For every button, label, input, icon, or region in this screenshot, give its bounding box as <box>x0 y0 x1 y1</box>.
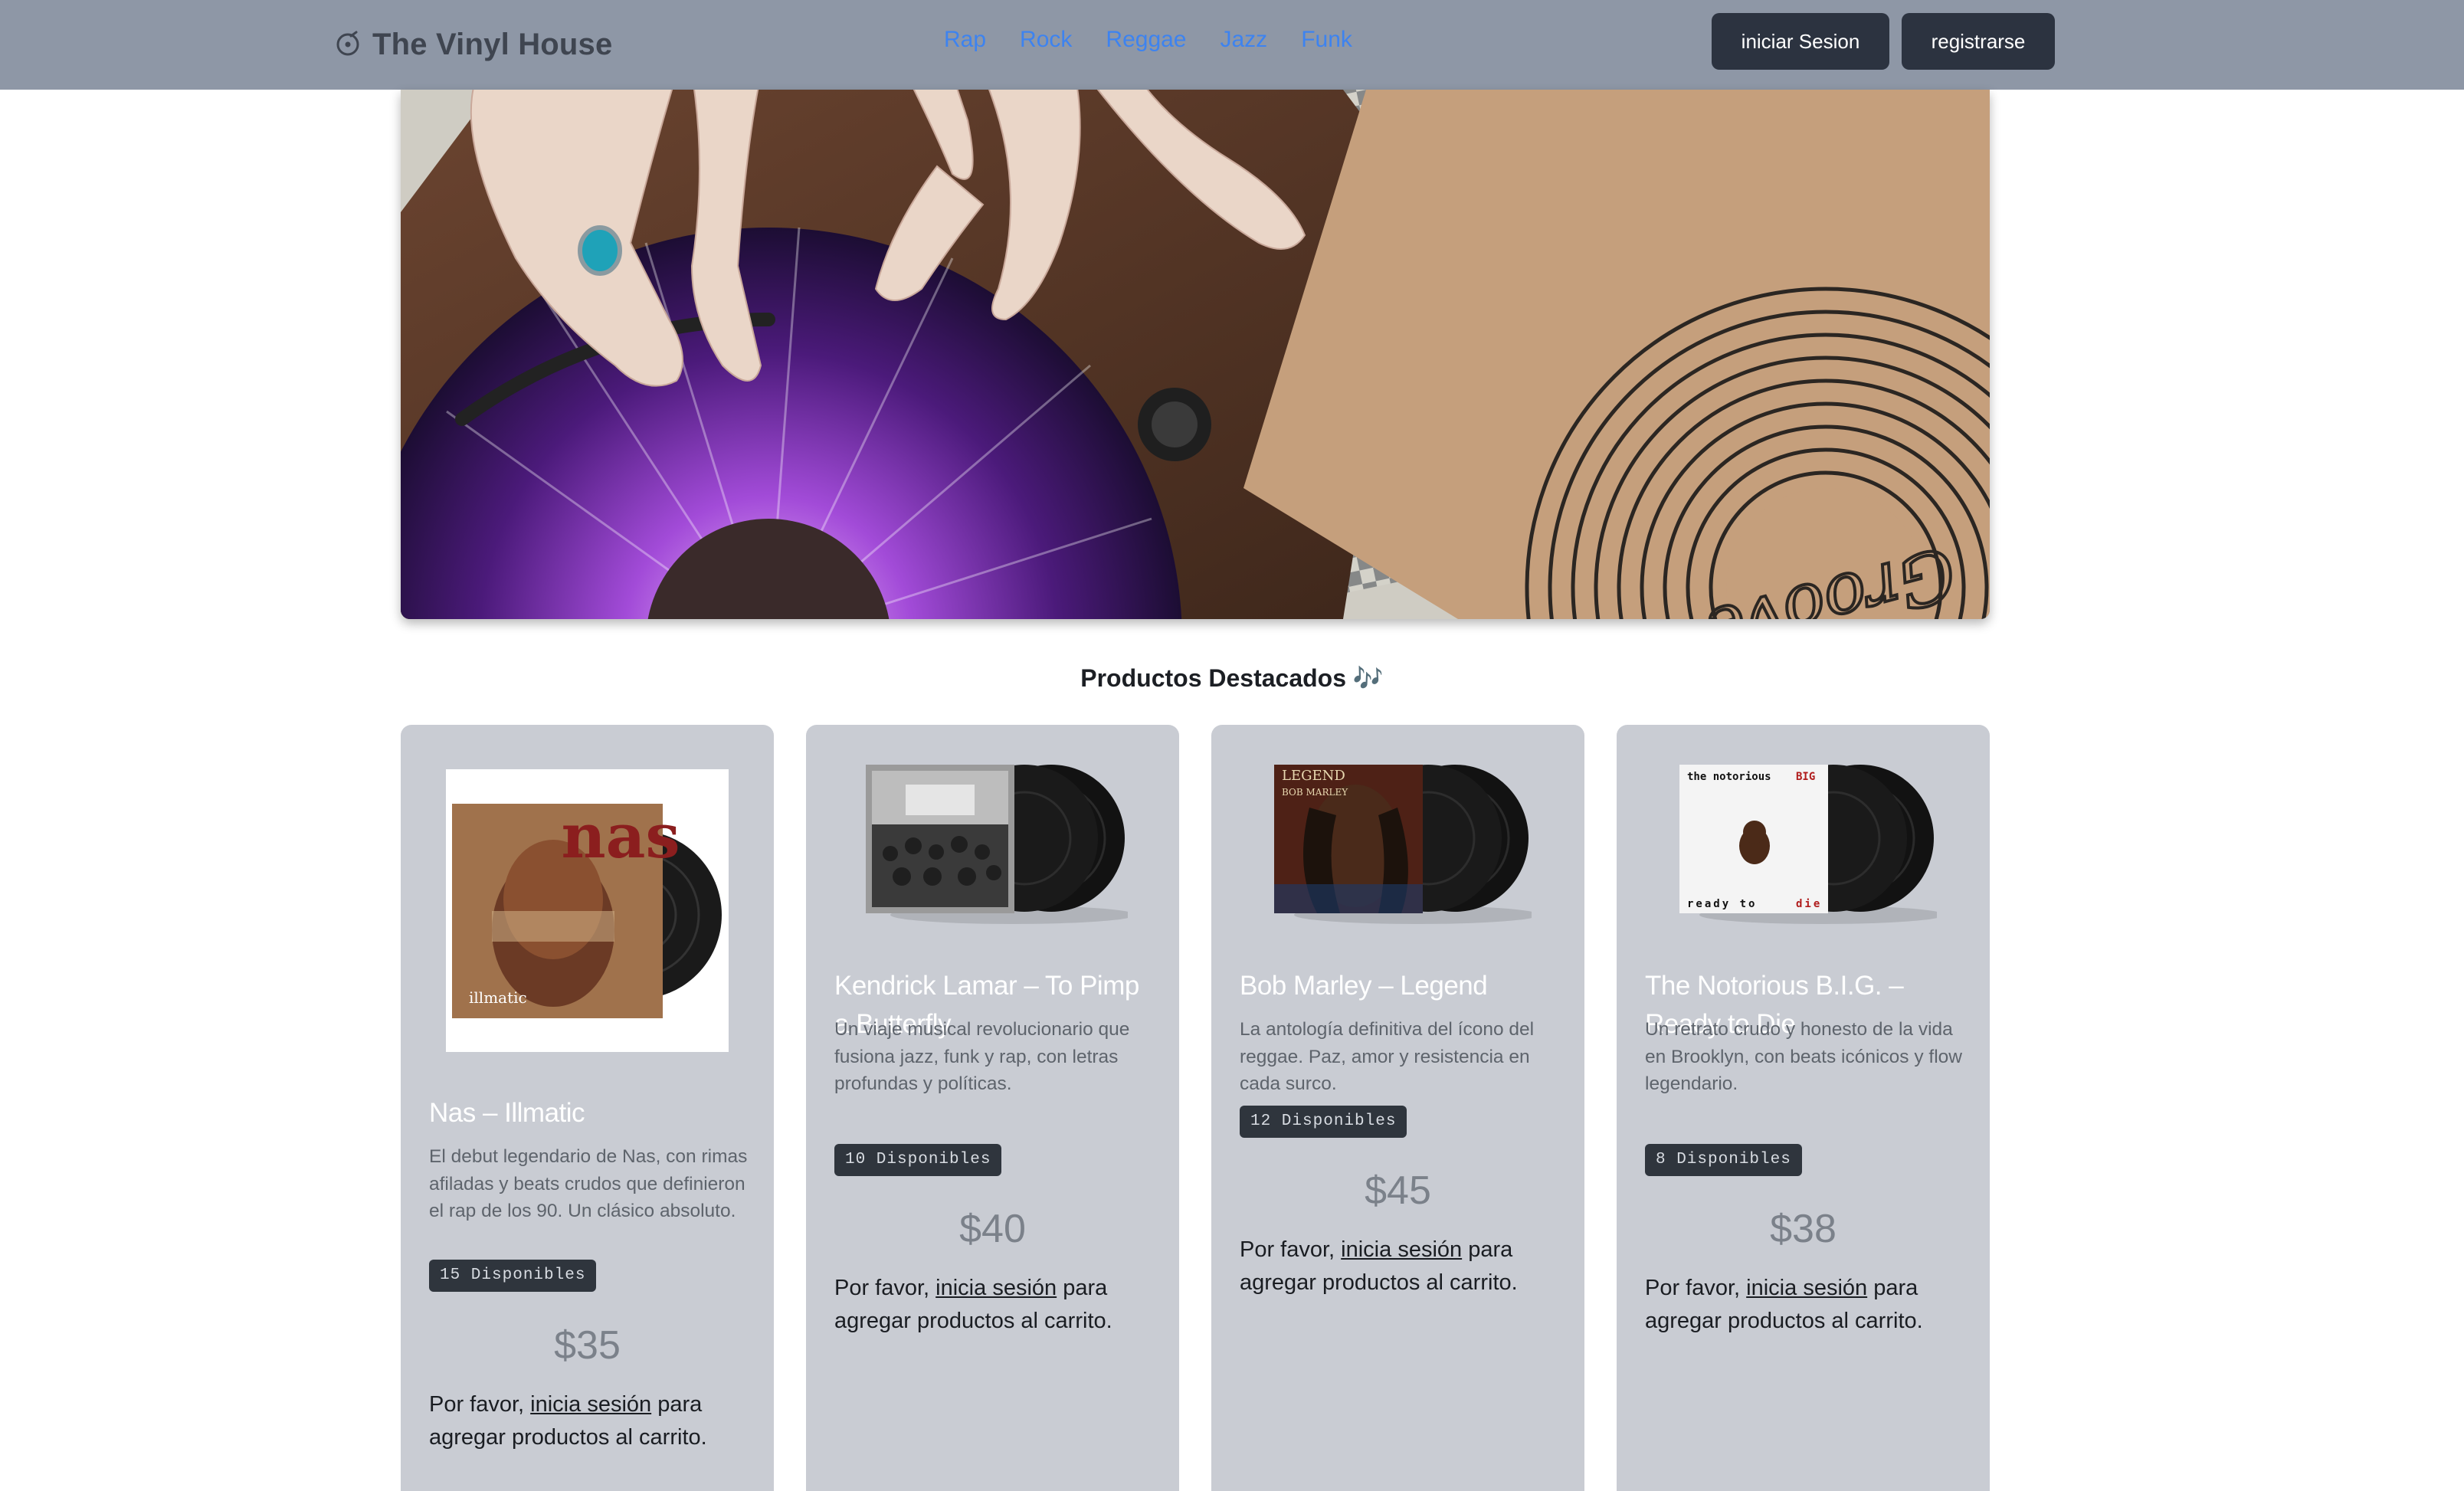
login-prompt: Por favor, inicia sesión para agregar pr… <box>429 1388 759 1454</box>
product-image: LEGEND BOB MARLEY <box>1274 765 1532 924</box>
product-image: nas illmatic <box>446 769 729 1052</box>
login-link[interactable]: inicia sesión <box>530 1392 651 1417</box>
nav-link-funk[interactable]: Funk <box>1301 25 1352 55</box>
login-prompt-text: Por favor, <box>429 1392 531 1417</box>
product-card: nas illmatic Nas – Illmatic El debut leg… <box>401 725 774 1491</box>
stock-badge: 10 Disponibles <box>834 1144 1002 1176</box>
product-title: Bob Marley – Legend <box>1240 971 1488 1001</box>
product-description: Un retrato crudo y honesto de la vida en… <box>1645 1019 1962 1094</box>
hero-banner: Groove <box>401 90 1990 619</box>
product-card: LEGEND BOB MARLEY Bob Marley – Legend La… <box>1211 725 1584 1491</box>
product-description: La antología definitiva del ícono del re… <box>1240 1019 1535 1094</box>
product-image <box>866 765 1128 924</box>
login-prompt: Por favor, inicia sesión para agregar pr… <box>1645 1272 1974 1338</box>
login-button[interactable]: iniciar Sesion <box>1712 13 1889 70</box>
product-card: Kendrick Lamar – To Pimp a Butterfly Un … <box>806 725 1179 1491</box>
product-card: the notorious BIG ready to die The Notor… <box>1617 725 1990 1491</box>
stock-badge: 8 Disponibles <box>1645 1144 1802 1176</box>
brand-link[interactable]: The Vinyl House <box>334 21 612 67</box>
product-price: $40 <box>959 1207 1026 1251</box>
brand-name: The Vinyl House <box>372 27 613 61</box>
album-cover-title: nas <box>561 800 680 872</box>
login-link[interactable]: inicia sesión <box>1746 1276 1867 1300</box>
register-button[interactable]: registrarse <box>1902 13 2055 70</box>
login-prompt: Por favor, inicia sesión para agregar pr… <box>1240 1234 1569 1299</box>
stock-badge: 12 Disponibles <box>1240 1106 1407 1138</box>
nav-link-rap[interactable]: Rap <box>944 25 986 55</box>
album-cover-subtitle: illmatic <box>469 988 527 1007</box>
album-cover-title-accent: BIG <box>1796 771 1815 783</box>
stock-badge: 15 Disponibles <box>429 1260 597 1292</box>
nav-link-rock[interactable]: Rock <box>1020 25 1072 55</box>
login-link[interactable]: inicia sesión <box>1341 1237 1462 1262</box>
navbar: The Vinyl House Rap Rock Reggae Jazz Fun… <box>0 0 2464 90</box>
product-title: Nas – Illmatic <box>429 1098 585 1128</box>
product-price: $45 <box>1365 1168 1431 1213</box>
login-prompt: Por favor, inicia sesión para agregar pr… <box>834 1272 1164 1338</box>
hero-image: Groove <box>401 90 1990 619</box>
product-description: Un viaje musical revolucionario que fusi… <box>834 1019 1130 1094</box>
product-image: the notorious BIG ready to die <box>1679 765 1937 924</box>
album-cover-subtitle-accent: die <box>1796 898 1822 910</box>
album-cover-title: the notorious <box>1687 771 1771 783</box>
product-price: $35 <box>554 1323 621 1368</box>
product-description: El debut legendario de Nas, con rimas af… <box>429 1146 748 1221</box>
login-prompt-text: Por favor, <box>834 1276 936 1300</box>
album-cover-title: LEGEND <box>1282 768 1345 784</box>
featured-products-heading: Productos Destacados 🎶 <box>1080 664 1384 692</box>
login-prompt-text: Por favor, <box>1645 1276 1747 1300</box>
genre-nav: Rap Rock Reggae Jazz Funk <box>944 25 1352 55</box>
login-prompt-text: Por favor, <box>1240 1237 1342 1262</box>
product-price: $38 <box>1770 1207 1837 1251</box>
album-cover-subtitle: BOB MARLEY <box>1282 787 1348 798</box>
record-icon <box>336 31 359 56</box>
album-cover-subtitle: ready to <box>1687 898 1757 910</box>
login-link[interactable]: inicia sesión <box>935 1276 1057 1300</box>
nav-link-jazz[interactable]: Jazz <box>1221 25 1268 55</box>
nav-link-reggae[interactable]: Reggae <box>1106 25 1186 55</box>
